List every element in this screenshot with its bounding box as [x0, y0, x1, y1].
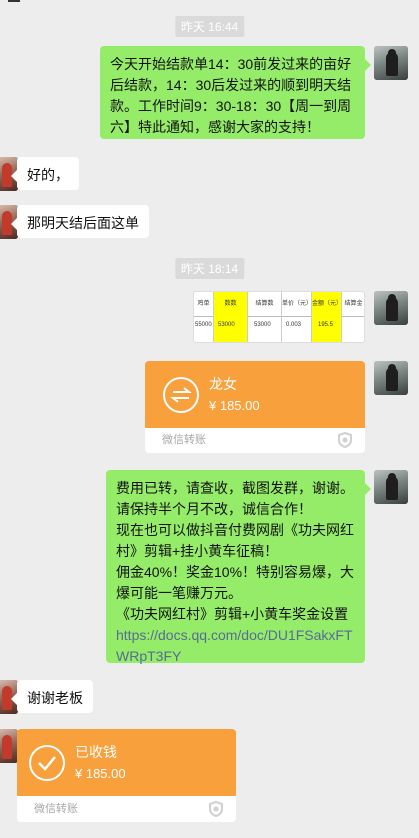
transfer-card-top: 已收钱 ¥ 185.00 [17, 729, 236, 796]
avatar[interactable] [374, 361, 408, 395]
avatar-figure [2, 735, 12, 759]
message-text: 好的， [27, 167, 69, 183]
transfer-card[interactable]: 已收钱 ¥ 185.00 微信转账 [17, 729, 236, 822]
avatar-figure [386, 367, 398, 391]
transfer-amount: ¥ 185.00 [209, 398, 260, 413]
message-bubble[interactable]: 好的， [11, 157, 79, 190]
table-header-cell: 单价（元） [282, 292, 312, 342]
shield-icon [338, 432, 352, 448]
table-cell: 53000 [218, 322, 235, 328]
received-icon [29, 745, 65, 781]
table-header-cell: 结算数 [248, 292, 282, 342]
table-cell: 195.5 [318, 322, 334, 328]
transfer-footer: 微信转账 [145, 428, 365, 453]
transfer-card-top: 龙女 ¥ 185.00 [145, 361, 365, 428]
transfer-card[interactable]: 龙女 ¥ 185.00 微信转账 [145, 361, 365, 453]
table-header-cell: 数数 [214, 292, 248, 342]
transfer-footer-label: 微信转账 [162, 434, 206, 446]
transfer-footer: 微信转账 [17, 796, 236, 822]
avatar-figure [386, 297, 398, 321]
message-bubble[interactable]: 费用已转，请查收，截图发群，谢谢。请保持半个月不改，诚信合作！ 现在也可以做抖音… [106, 470, 371, 664]
message-text: 费用已转，请查收，截图发群，谢谢。请保持半个月不改，诚信合作！ 现在也可以做抖音… [116, 480, 355, 622]
message-text: 今天开始结款单14：30前发过来的亩好后结款，14：30后发过来的顺到明天结款。… [110, 56, 352, 135]
table-cell: 55000 [195, 322, 212, 328]
image-message[interactable]: 鸡单 数数 结算数 单价（元） 金额（元） 结算金 55000 53000 53… [193, 291, 365, 343]
timestamp: 昨天 16:44 [174, 16, 245, 37]
transfer-arrows-icon [170, 387, 192, 403]
message-text: 那明天结后面这单 [27, 215, 139, 231]
message-bubble[interactable]: 谢谢老板 [11, 680, 93, 713]
transfer-footer-label: 微信转账 [34, 803, 78, 815]
avatar[interactable] [374, 46, 408, 80]
top-edge-mark [8, 0, 20, 2]
transfer-amount: ¥ 185.00 [75, 766, 126, 781]
message-bubble[interactable]: 那明天结后面这单 [11, 205, 149, 238]
transfer-status: 已收钱 [75, 744, 117, 760]
message-bubble[interactable]: 今天开始结款单14：30前发过来的亩好后结款，14：30后发过来的顺到明天结款。… [100, 46, 371, 139]
avatar[interactable] [0, 729, 18, 763]
table-cell: 53000 [254, 322, 271, 328]
shield-icon [209, 801, 223, 817]
table-header-cell: 结算金 [342, 292, 364, 342]
doc-link[interactable]: https://docs.qq.com/doc/DU1FSakxFTWRpT3F… [116, 625, 355, 667]
avatar[interactable] [374, 291, 408, 325]
transfer-icon [163, 377, 199, 413]
timestamp: 昨天 18:14 [174, 258, 245, 279]
avatar[interactable] [374, 470, 408, 504]
table-cell: 0.003 [286, 322, 302, 328]
avatar-figure [386, 476, 398, 500]
table-header-cell: 金额（元） [312, 292, 342, 342]
checkmark-icon [38, 756, 56, 771]
transfer-name: 龙女 [209, 376, 237, 392]
table-header-cell: 鸡单 [194, 292, 214, 342]
message-text: 谢谢老板 [27, 690, 83, 706]
avatar-figure [386, 52, 398, 76]
